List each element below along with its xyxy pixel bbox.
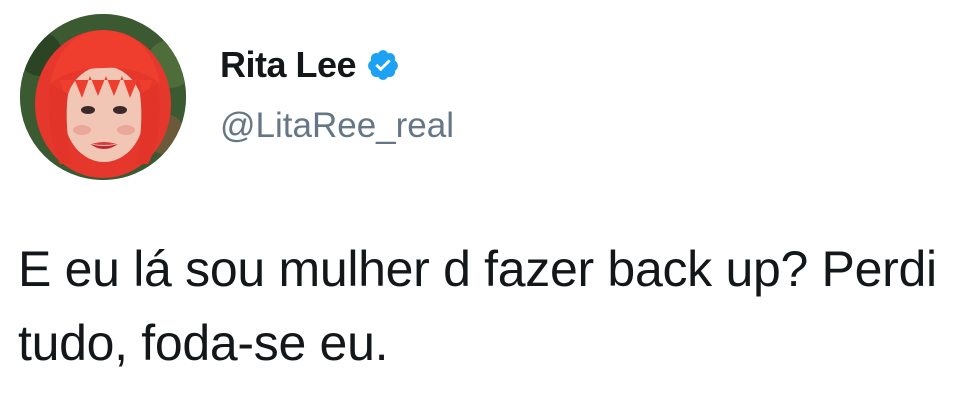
tweet-text: E eu lá sou mulher d fazer back up? Perd… bbox=[18, 241, 937, 371]
author-handle[interactable]: @LitaRee_real bbox=[220, 106, 454, 146]
tweet-card: Rita Lee @LitaRee_real E eu lá sou mulhe… bbox=[0, 0, 976, 416]
avatar[interactable] bbox=[20, 14, 186, 180]
author-display-name[interactable]: Rita Lee bbox=[220, 44, 357, 86]
author-name-row: Rita Lee bbox=[220, 44, 400, 86]
avatar-photo bbox=[20, 14, 186, 180]
verified-badge-icon bbox=[366, 48, 400, 82]
